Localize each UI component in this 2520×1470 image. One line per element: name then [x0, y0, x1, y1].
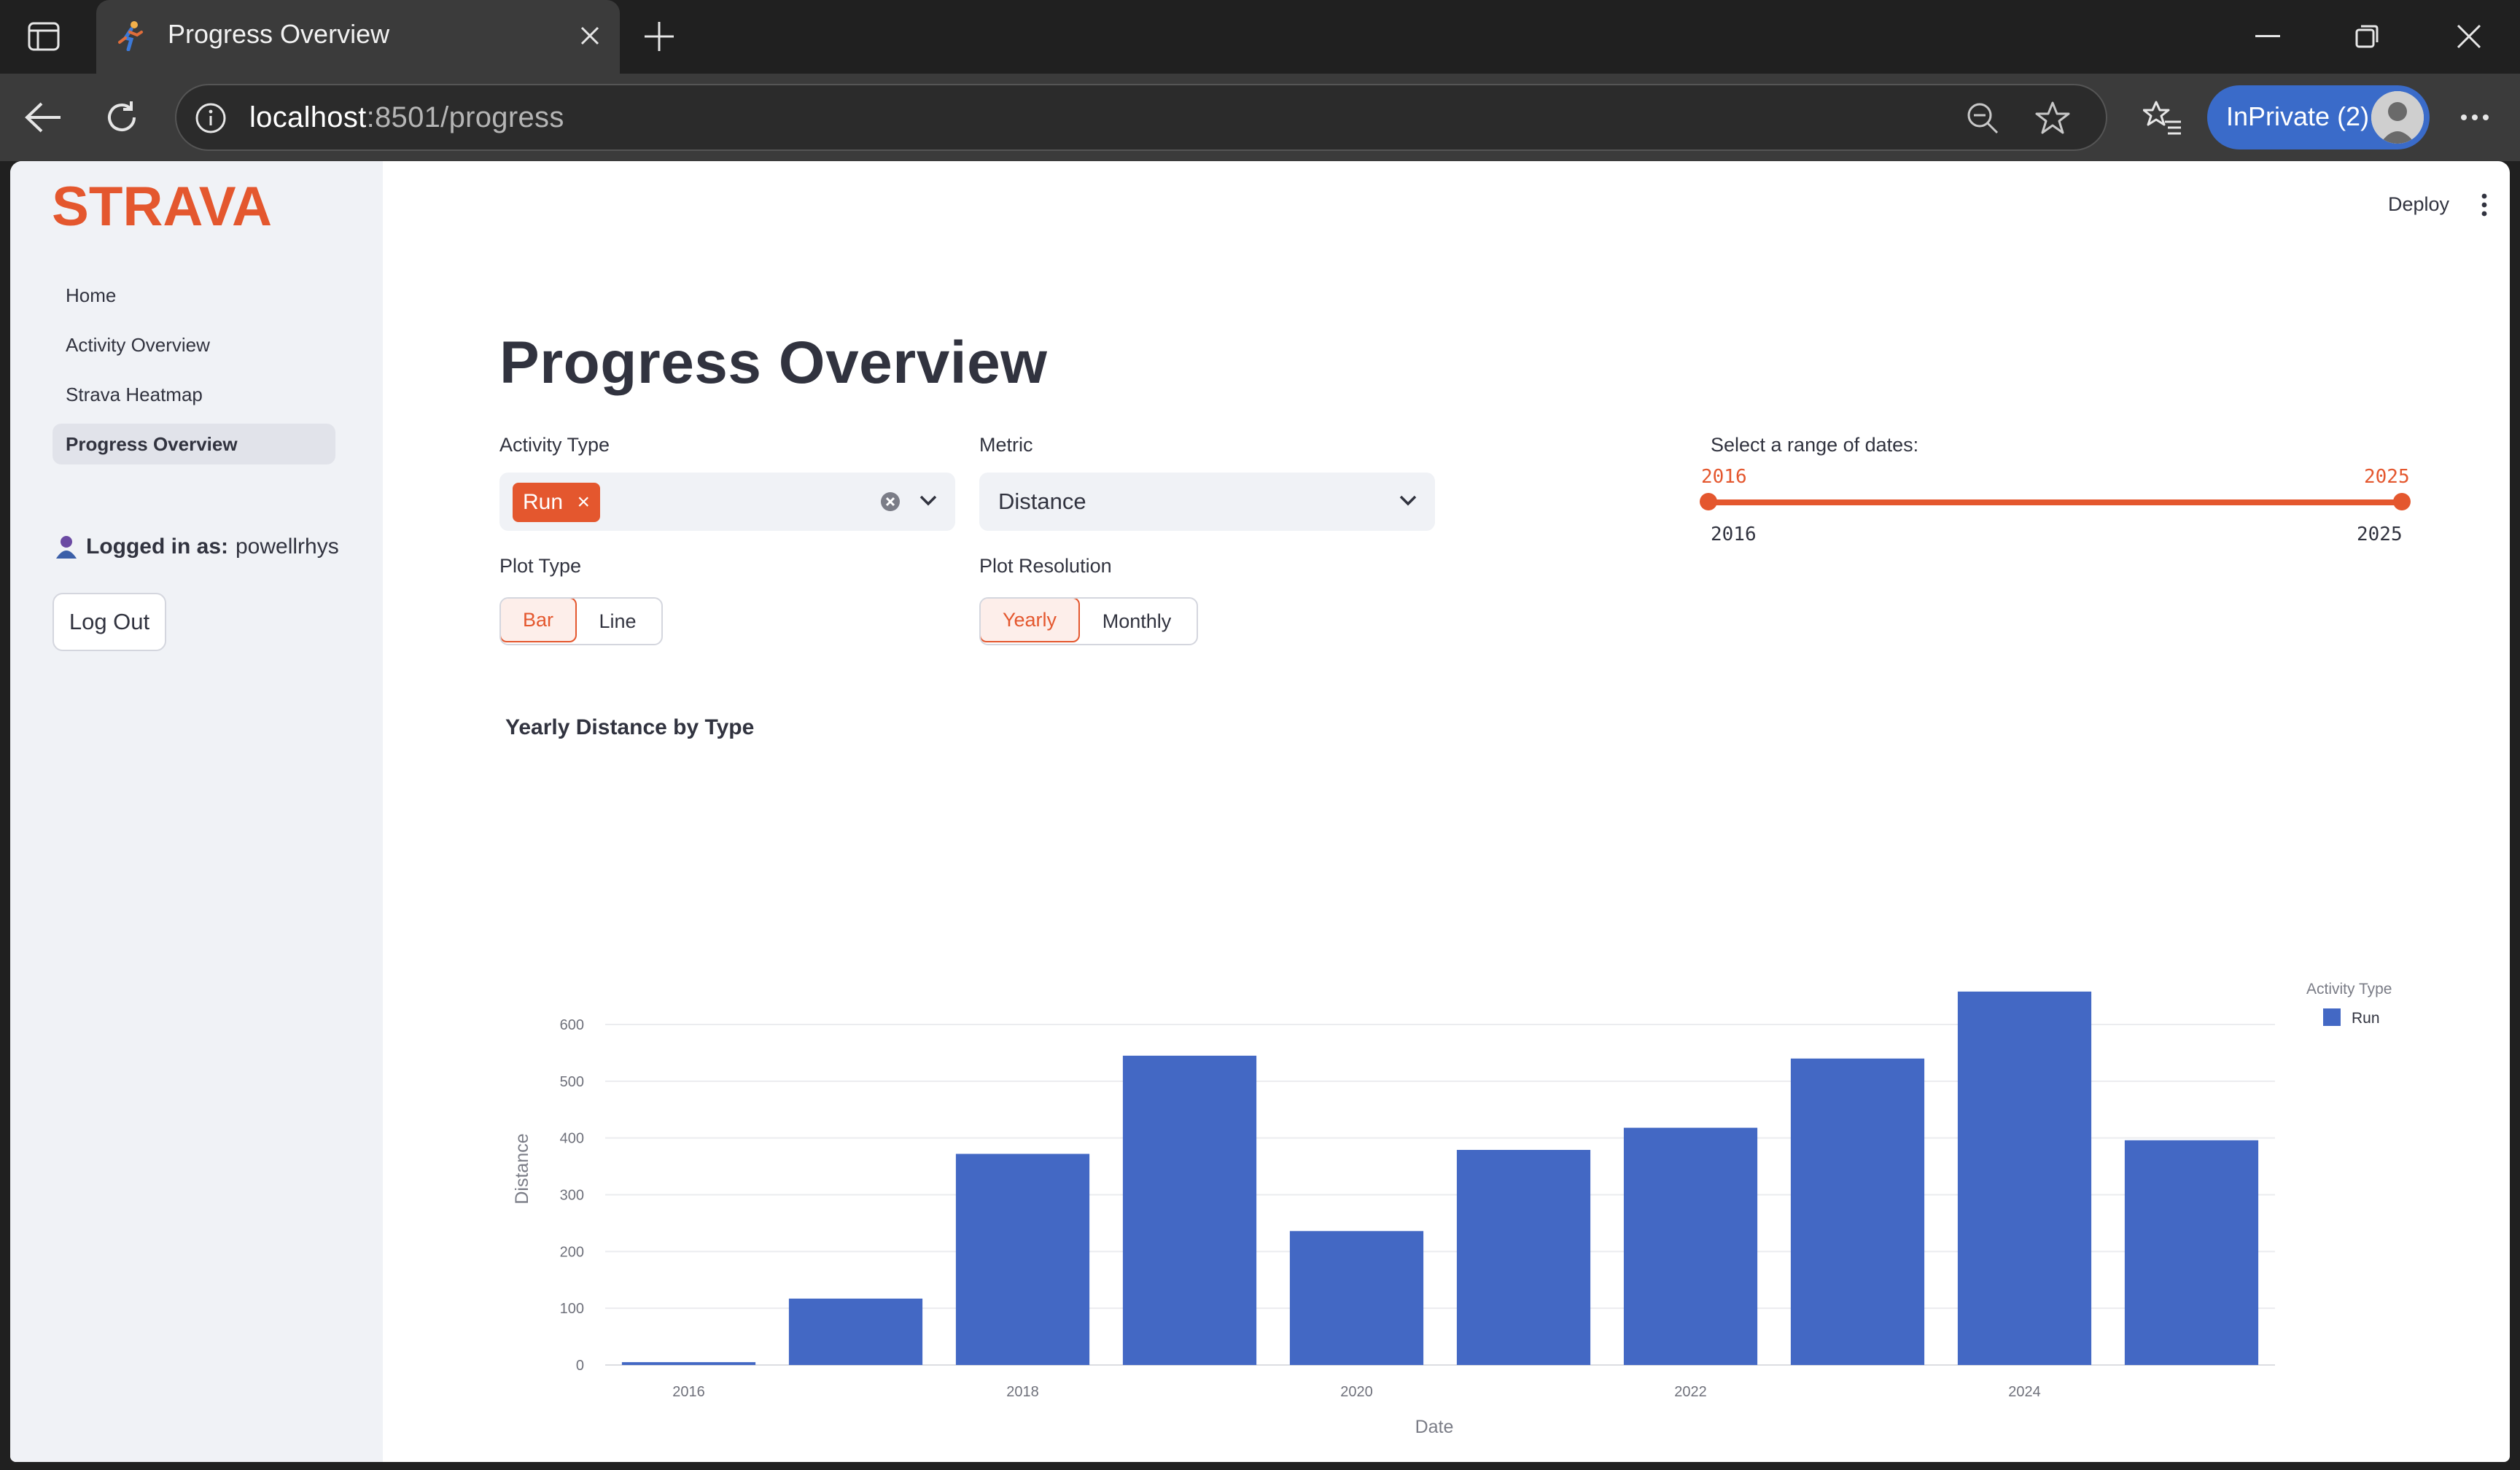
sidebar-item-activity-overview[interactable]: Activity Overview [52, 324, 335, 365]
address-bar[interactable]: localhost:8501/progress [175, 84, 2107, 151]
tab-title: Progress Overview [168, 19, 390, 49]
sidebar-item-progress-overview[interactable]: Progress Overview [52, 424, 335, 464]
favorite-star-icon[interactable] [2033, 98, 2072, 138]
plot-type-label: Plot Type [499, 555, 582, 577]
legend-title: Activity Type [2306, 981, 2392, 998]
bar-2025[interactable] [2124, 1140, 2259, 1365]
browser-menu-icon[interactable] [2454, 100, 2495, 135]
metric-value: Distance [998, 489, 1086, 514]
resolution-monthly-button[interactable]: Monthly [1078, 599, 1195, 644]
deploy-button[interactable]: Deploy [2388, 193, 2449, 216]
chevron-down-icon[interactable] [919, 494, 938, 508]
x-tick-label: 2022 [1674, 1384, 1707, 1400]
window-close-icon[interactable] [2447, 16, 2491, 57]
activity-type-label: Activity Type [499, 434, 610, 456]
inprivate-label: InPrivate (2) [2226, 101, 2370, 131]
page-title: Progress Overview [499, 330, 1048, 396]
y-tick-label: 300 [560, 1188, 584, 1204]
legend-swatch-run [2323, 1008, 2341, 1026]
plot-type-line-button[interactable]: Line [575, 599, 660, 644]
main-menu-icon[interactable] [2477, 192, 2492, 218]
clear-selection-icon[interactable] [880, 491, 901, 512]
slider-end-value: 2025 [2364, 466, 2410, 488]
bar-2019[interactable] [1122, 1055, 1257, 1365]
plot-resolution-label: Plot Resolution [979, 555, 1112, 577]
new-tab-icon[interactable] [639, 16, 680, 57]
x-tick-label: 2020 [1340, 1384, 1373, 1400]
bar-2017[interactable] [788, 1298, 923, 1365]
bar-2023[interactable] [1790, 1058, 1925, 1365]
y-tick-label: 100 [560, 1301, 584, 1317]
chevron-down-icon[interactable] [1399, 494, 1418, 508]
bar-2024[interactable] [1957, 991, 2092, 1365]
user-icon [56, 536, 77, 559]
date-range-start-handle[interactable] [1700, 493, 1717, 510]
y-axis-label: Distance [512, 1133, 532, 1204]
bar-2016[interactable] [621, 1362, 756, 1365]
bar-2021[interactable] [1456, 1150, 1591, 1365]
y-tick-label: 200 [560, 1244, 584, 1260]
zoom-out-icon[interactable] [1963, 100, 2002, 136]
browser-tab-active[interactable]: Progress Overview [96, 0, 620, 74]
bar-2020[interactable] [1289, 1231, 1424, 1365]
metric-select[interactable]: Distance [979, 472, 1435, 531]
activity-type-multiselect[interactable]: Run × [499, 472, 955, 531]
x-tick-label: 2016 [672, 1384, 705, 1400]
svg-text:STRAVA: STRAVA [52, 180, 272, 233]
username: powellrhys [236, 534, 339, 559]
x-axis-label: Date [1415, 1417, 1454, 1437]
plot-type-bar-button[interactable]: Bar [501, 599, 577, 642]
logged-in-status: Logged in as: powellrhys [55, 534, 339, 559]
date-range-label: Select a range of dates: [1711, 434, 1919, 456]
sidebar-item-home[interactable]: Home [52, 275, 335, 316]
refresh-icon[interactable] [99, 96, 144, 139]
date-range-end-handle[interactable] [2393, 493, 2411, 510]
metric-label: Metric [979, 434, 1033, 456]
plot-type-toggle: Bar Line [499, 597, 663, 645]
page-viewport: STRAVA Home Activity Overview Strava Hea… [10, 161, 2510, 1462]
sidebar-item-strava-heatmap[interactable]: Strava Heatmap [52, 374, 335, 415]
favorites-list-icon[interactable] [2139, 96, 2186, 139]
resolution-yearly-button[interactable]: Yearly [981, 599, 1080, 642]
chart-title: Yearly Distance by Type [505, 715, 755, 739]
sidebar: STRAVA Home Activity Overview Strava Hea… [10, 161, 383, 1462]
site-info-icon[interactable] [192, 100, 229, 136]
slider-start-value: 2016 [1701, 466, 1747, 488]
inprivate-profile-button[interactable]: InPrivate (2) [2207, 85, 2430, 149]
minimize-icon[interactable] [2246, 16, 2290, 57]
slider-max-label: 2025 [2357, 524, 2403, 545]
distance-bar-chart: 0 100 200 300 400 500 600 2016 2018 2020 2022 2024… [512, 981, 2392, 1437]
restore-icon[interactable] [2345, 16, 2389, 57]
y-tick-label: 0 [576, 1358, 584, 1374]
plot-resolution-toggle: Yearly Monthly [979, 597, 1198, 645]
chip-remove-icon[interactable]: × [577, 483, 590, 522]
url-text: localhost:8501/progress [249, 101, 564, 133]
x-tick-label: 2024 [2008, 1384, 2041, 1400]
profile-avatar-icon [2371, 91, 2424, 144]
legend-item-run: Run [2352, 1010, 2380, 1027]
y-tick-label: 400 [560, 1131, 584, 1147]
y-tick-label: 500 [560, 1074, 584, 1090]
main-content: Deploy Progress Overview Activity Type R… [383, 161, 2510, 1462]
runner-favicon-icon [118, 21, 143, 51]
activity-chip-run[interactable]: Run × [513, 483, 600, 522]
strava-logo: STRAVA [52, 176, 278, 238]
y-tick-label: 600 [560, 1017, 584, 1033]
logout-button[interactable]: Log Out [52, 593, 166, 651]
slider-min-label: 2016 [1711, 524, 1757, 545]
logged-in-label: Logged in as: [86, 534, 228, 559]
browser-toolbar: localhost:8501/progress InPrivate (2) [0, 74, 2520, 161]
date-range-track[interactable] [1708, 499, 2400, 505]
tab-actions-icon[interactable] [22, 18, 66, 55]
bar-2018[interactable] [955, 1154, 1090, 1365]
tab-close-icon[interactable] [572, 18, 608, 54]
back-arrow-icon[interactable] [20, 96, 66, 139]
x-tick-label: 2018 [1006, 1384, 1039, 1400]
bar-2022[interactable] [1623, 1127, 1758, 1365]
browser-tab-bar: Progress Overview [0, 0, 2520, 74]
